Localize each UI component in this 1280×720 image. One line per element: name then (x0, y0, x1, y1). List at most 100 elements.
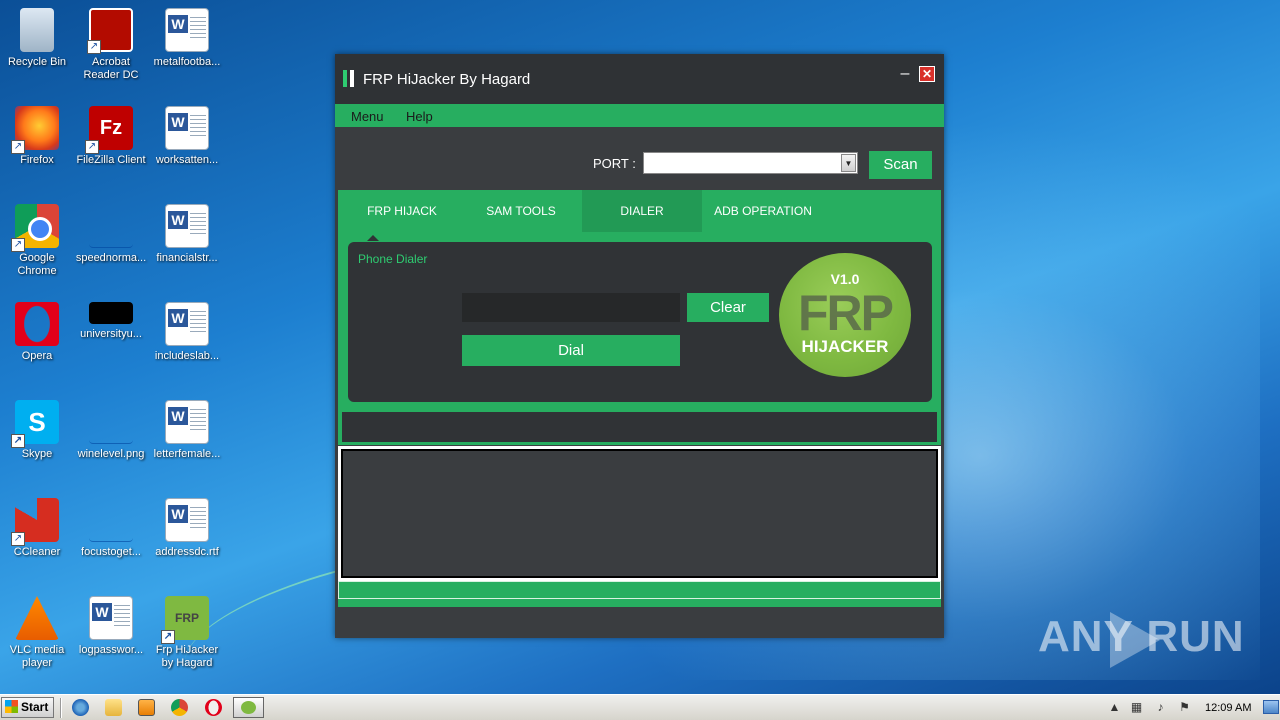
shortcut-arrow-icon: ↗ (11, 532, 25, 546)
desktop-icon-includeslab[interactable]: includeslab... (150, 302, 224, 363)
desktop-icon-focustoget[interactable]: focustoget... (74, 498, 148, 559)
desktop-icon-label: includeslab... (154, 350, 220, 362)
progress-bar (338, 581, 941, 599)
taskbar-clock[interactable]: 12:09 AM (1205, 702, 1251, 714)
phone-number-input[interactable] (462, 293, 680, 322)
bottom-bar (338, 599, 941, 607)
shortcut-arrow-icon: ↗ (11, 434, 25, 448)
desktop-icon-label: Firefox (20, 154, 54, 166)
folder-icon[interactable] (105, 699, 122, 716)
phone-dialer-label: Phone Dialer (358, 252, 428, 266)
active-tab-pointer (367, 235, 379, 241)
ccleaner-icon: ↗ (11, 498, 59, 546)
chrome-icon[interactable] (171, 699, 188, 716)
chevron-up-icon[interactable]: ▲ (1107, 700, 1122, 715)
frp-hijacker-logo: V1.0 FRP HIJACKER (779, 253, 911, 377)
start-label: Start (21, 700, 49, 714)
tab-adb-operation[interactable]: ADB OPERATION (708, 190, 818, 232)
desktop-icon-acrobat-reader[interactable]: ↗ Acrobat Reader DC (74, 8, 148, 82)
desktop-icon-label: speednorma... (75, 252, 147, 264)
port-select[interactable]: ▼ (643, 152, 858, 174)
desktop-icon-label: metalfootba... (153, 56, 221, 68)
desktop-icon-label: logpasswor... (78, 644, 144, 656)
tab-frp-hijack[interactable]: FRP HIJACK (352, 190, 452, 232)
desktop-icon-label: Google Chrome (17, 252, 57, 277)
close-button[interactable]: ✕ (919, 66, 935, 82)
title-bar[interactable]: FRP HiJacker By Hagard – ✕ (335, 54, 944, 104)
desktop-icon-ccleaner[interactable]: ↗ CCleaner (0, 498, 74, 559)
desktop-icon-google-chrome[interactable]: ↗ Google Chrome (0, 204, 74, 278)
logo-subtitle: HIJACKER (801, 337, 889, 356)
desktop-icon-filezilla[interactable]: ↗ FileZilla Client (74, 106, 148, 167)
anyrun-watermark: ANY RUN (1038, 612, 1245, 661)
shortcut-arrow-icon: ↗ (161, 630, 175, 644)
word-document-icon (165, 498, 209, 542)
desktop-icon-firefox[interactable]: ↗ Firefox (0, 106, 74, 167)
desktop-icon-label: Frp HiJacker by Hagard (155, 644, 219, 669)
status-field (342, 412, 937, 442)
volume-icon[interactable]: ♪ (1153, 700, 1168, 715)
minimize-button[interactable]: – (897, 66, 913, 82)
desktop-icon-addressdc[interactable]: addressdc.rtf (150, 498, 224, 559)
taskbar: Start ▲ ▦ ♪ ⚑ 12:09 AM (0, 694, 1280, 720)
image-file-icon (89, 400, 133, 444)
desktop-icon-label: Acrobat Reader DC (83, 56, 139, 81)
desktop-icon-skype[interactable]: S ↗ Skype (0, 400, 74, 461)
tab-sam-tools[interactable]: SAM TOOLS (466, 190, 576, 232)
dial-button[interactable]: Dial (462, 335, 680, 366)
desktop-icon-label: financialstr... (156, 252, 218, 264)
desktop-icon-vlc[interactable]: VLC media player (0, 596, 74, 670)
start-button[interactable]: Start (1, 697, 54, 718)
window-title: FRP HiJacker By Hagard (363, 71, 531, 88)
show-desktop-icon[interactable] (1263, 700, 1279, 714)
opera-icon[interactable] (205, 699, 222, 716)
desktop-icon-label: FileZilla Client (76, 154, 146, 166)
dialer-panel: Phone Dialer Clear Dial V1.0 FRP HIJACKE… (338, 232, 941, 410)
taskbar-frp-hijacker[interactable] (233, 697, 264, 718)
clear-button[interactable]: Clear (687, 293, 769, 322)
log-frame (338, 446, 941, 581)
menu-item-help[interactable]: Help (406, 109, 433, 124)
desktop-icon-label: universityu... (80, 328, 142, 340)
media-player-icon[interactable] (138, 699, 155, 716)
shortcut-arrow-icon: ↗ (11, 140, 25, 154)
desktop-icon-label: VLC media player (9, 644, 65, 669)
word-document-icon (165, 302, 209, 346)
image-file-icon (89, 204, 133, 248)
desktop-icon-letterfemale[interactable]: letterfemale... (150, 400, 224, 461)
desktop-icon-logpasswor[interactable]: logpasswor... (74, 596, 148, 657)
chrome-icon: ↗ (11, 204, 59, 252)
acrobat-icon: ↗ (87, 8, 133, 54)
network-icon[interactable]: ▦ (1129, 700, 1144, 715)
desktop-icon-label: addressdc.rtf (155, 546, 219, 558)
desktop-icon-label: worksatten... (155, 154, 219, 166)
desktop-icon-metalfootba[interactable]: metalfootba... (150, 8, 224, 69)
tab-dialer[interactable]: DIALER (582, 190, 702, 232)
word-document-icon (89, 596, 133, 640)
scan-button[interactable]: Scan (869, 151, 932, 179)
firefox-icon: ↗ (11, 106, 59, 154)
image-file-icon (89, 302, 133, 324)
menu-bar: Menu Help (335, 104, 944, 127)
taskbar-separator (60, 698, 62, 718)
desktop-icon-label: Recycle Bin (7, 56, 67, 68)
menu-item-menu[interactable]: Menu (351, 109, 384, 124)
desktop-icon-label: CCleaner (13, 546, 61, 558)
recycle-bin-icon (20, 8, 54, 52)
desktop-icon-opera[interactable]: Opera (0, 302, 74, 363)
opera-icon (15, 302, 59, 346)
desktop-icon-financialstr[interactable]: financialstr... (150, 204, 224, 265)
desktop-icon-speednorma[interactable]: speednorma... (74, 204, 148, 265)
internet-explorer-icon[interactable] (72, 699, 89, 716)
action-center-flag-icon[interactable]: ⚑ (1177, 700, 1192, 715)
shortcut-arrow-icon: ↗ (87, 40, 101, 54)
desktop-icon-winelevel[interactable]: winelevel.png (74, 400, 148, 461)
desktop-icon-frp-hijacker[interactable]: FRP ↗ Frp HiJacker by Hagard (150, 596, 224, 670)
desktop-icon-recycle-bin[interactable]: Recycle Bin (0, 8, 74, 69)
chevron-down-icon[interactable]: ▼ (841, 154, 856, 172)
desktop-icon-label: focustoget... (81, 546, 141, 558)
skype-icon: S ↗ (11, 400, 59, 448)
log-output[interactable] (341, 449, 938, 578)
desktop-icon-worksatten[interactable]: worksatten... (150, 106, 224, 167)
desktop-icon-universityu[interactable]: universityu... (74, 302, 148, 341)
